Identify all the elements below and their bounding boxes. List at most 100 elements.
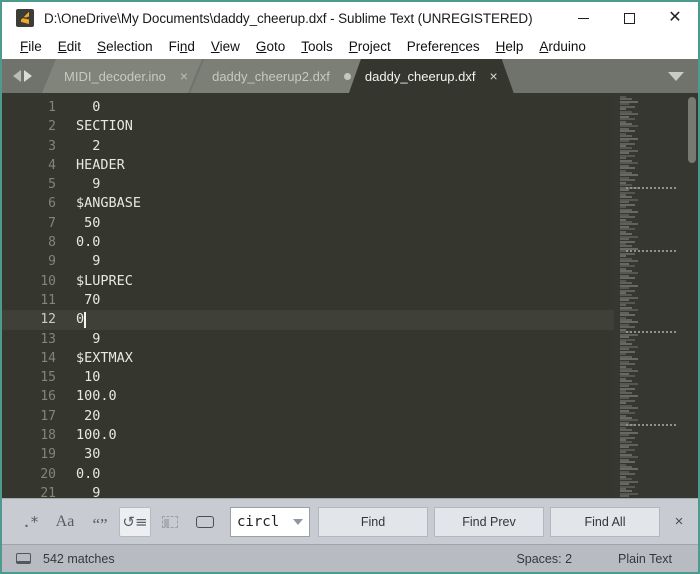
code-line[interactable]: 10: [66, 368, 614, 387]
in-selection-icon: [162, 515, 178, 528]
menu-find[interactable]: Find: [161, 37, 203, 56]
code-line[interactable]: 9: [66, 484, 614, 498]
menu-edit[interactable]: Edit: [50, 37, 89, 56]
menu-selection[interactable]: Selection: [89, 37, 161, 56]
line-number: 4: [48, 157, 56, 173]
minimize-button[interactable]: [560, 2, 606, 34]
line-number: 1: [48, 100, 56, 115]
code-line[interactable]: $LUPREC: [66, 272, 614, 291]
tab-overflow-menu-button[interactable]: [654, 59, 698, 93]
editor-area: 1 2 3 4 5 6 7 8 9 10 11 12 13 14 15 16 17 18 19 20 21 0 SECTI…: [2, 93, 698, 498]
maximize-icon: [623, 12, 635, 24]
wrap-toggle[interactable]: ↺≡: [119, 506, 151, 537]
unsaved-indicator-icon[interactable]: [344, 73, 351, 80]
code-line[interactable]: 100.0: [66, 426, 614, 445]
close-find-panel-button[interactable]: ×: [668, 507, 690, 537]
menu-view[interactable]: View: [203, 37, 248, 56]
menu-bar: File Edit Selection Find View Goto Tools Projec…: [2, 34, 698, 59]
line-number: 16: [40, 389, 56, 405]
code-line[interactable]: 0: [66, 98, 614, 117]
menu-help[interactable]: Help: [488, 37, 532, 56]
code-line[interactable]: 2: [66, 137, 614, 156]
line-number: 13: [40, 331, 56, 347]
regex-toggle[interactable]: .*: [14, 507, 46, 537]
sublime-text-icon: [16, 9, 34, 27]
in-selection-toggle: [154, 507, 186, 537]
tabs-container: MIDI_decoder.ino × daddy_cheerup2.dxf daddy…: [42, 59, 514, 93]
find-prev-button[interactable]: Find Prev: [434, 506, 544, 537]
line-number: 9: [48, 254, 56, 270]
line-number: 17: [40, 408, 56, 424]
window-controls: ✕: [560, 2, 698, 34]
code-line[interactable]: SECTION: [66, 117, 614, 136]
menu-arduino[interactable]: Arduino: [531, 37, 594, 56]
tab-close-icon[interactable]: ×: [180, 69, 188, 83]
code-line[interactable]: HEADER: [66, 156, 614, 175]
chevron-down-icon[interactable]: [293, 518, 303, 525]
code-line[interactable]: 30: [66, 445, 614, 464]
case-sensitive-icon: Aa: [55, 512, 75, 530]
line-number: 18: [40, 428, 56, 444]
find-button[interactable]: Find: [318, 506, 428, 537]
tab-label: daddy_cheerup2.dxf: [212, 68, 330, 84]
find-panel: .* Aa “” ↺≡ circl Find Find Prev Find All ×: [2, 498, 698, 544]
scrollbar-thumb[interactable]: [688, 97, 696, 163]
code-line[interactable]: $ANGBASE: [66, 194, 614, 213]
line-number: 20: [40, 466, 56, 482]
code-line[interactable]: 0.0: [66, 465, 614, 484]
tab-label: daddy_cheerup.dxf: [364, 68, 476, 84]
tab-bar: MIDI_decoder.ino × daddy_cheerup2.dxf daddy…: [2, 59, 698, 93]
code-line[interactable]: 70: [66, 291, 614, 310]
line-number: 14: [40, 350, 56, 366]
tab-close-icon[interactable]: ×: [490, 69, 498, 83]
find-all-button[interactable]: Find All: [550, 506, 660, 537]
code-line[interactable]: 9: [66, 252, 614, 271]
menu-tools[interactable]: Tools: [293, 37, 341, 56]
code-line[interactable]: 0.0: [66, 233, 614, 252]
code-line[interactable]: 20: [66, 407, 614, 426]
minimap[interactable]: [614, 93, 698, 498]
code-line[interactable]: 0: [66, 310, 614, 330]
chevron-right-icon[interactable]: [23, 70, 32, 82]
minimize-icon: [577, 17, 589, 19]
line-number: 3: [48, 138, 56, 154]
close-button[interactable]: ✕: [652, 2, 698, 34]
case-sensitive-toggle[interactable]: Aa: [49, 507, 81, 537]
indentation-label[interactable]: Spaces: 2: [516, 552, 572, 566]
line-number: 11: [40, 292, 56, 308]
maximize-button[interactable]: [606, 2, 652, 34]
tab-daddy-cheerup-dxf[interactable]: daddy_cheerup.dxf ×: [349, 59, 514, 93]
tab-daddy-cheerup2-dxf[interactable]: daddy_cheerup2.dxf: [190, 59, 365, 93]
line-number: 6: [48, 196, 56, 212]
regex-icon: .*: [21, 512, 39, 531]
sublime-text-window: D:\OneDrive\My Documents\daddy_cheerup.d…: [0, 0, 700, 574]
line-number: 21: [40, 485, 56, 498]
menu-project[interactable]: Project: [341, 37, 399, 56]
search-input[interactable]: circl: [230, 506, 310, 537]
code-content[interactable]: 0 SECTION 2 HEADER 9 $ANGBASE 50 0.0 9 $LUPRE…: [66, 93, 614, 498]
highlight-results-toggle[interactable]: [189, 507, 221, 537]
code-line[interactable]: 9: [66, 175, 614, 194]
tab-midi-decoder-ino[interactable]: MIDI_decoder.ino ×: [42, 59, 202, 93]
close-icon: ✕: [668, 9, 682, 26]
title-bar: D:\OneDrive\My Documents\daddy_cheerup.d…: [2, 2, 698, 34]
code-line[interactable]: 100.0: [66, 387, 614, 406]
syntax-label[interactable]: Plain Text: [618, 552, 672, 566]
tab-label: MIDI_decoder.ino: [64, 68, 166, 84]
whole-word-toggle[interactable]: “”: [84, 507, 116, 537]
vertical-scrollbar[interactable]: [686, 93, 698, 498]
menu-preferences[interactable]: Preferences: [399, 37, 488, 56]
chevron-left-icon[interactable]: [12, 70, 21, 82]
find-options-group: .* Aa “” ↺≡: [14, 506, 224, 537]
code-line[interactable]: 9: [66, 330, 614, 349]
line-number: 12: [2, 310, 66, 330]
menu-file[interactable]: File: [12, 37, 50, 56]
code-line[interactable]: $EXTMAX: [66, 349, 614, 368]
line-number: 7: [48, 215, 56, 231]
panel-icon[interactable]: [16, 553, 31, 564]
code-line[interactable]: 50: [66, 214, 614, 233]
highlight-results-icon: [196, 515, 214, 528]
line-number: 19: [40, 447, 56, 463]
menu-goto[interactable]: Goto: [248, 37, 293, 56]
find-buttons-group: Find Find Prev Find All: [318, 506, 666, 537]
